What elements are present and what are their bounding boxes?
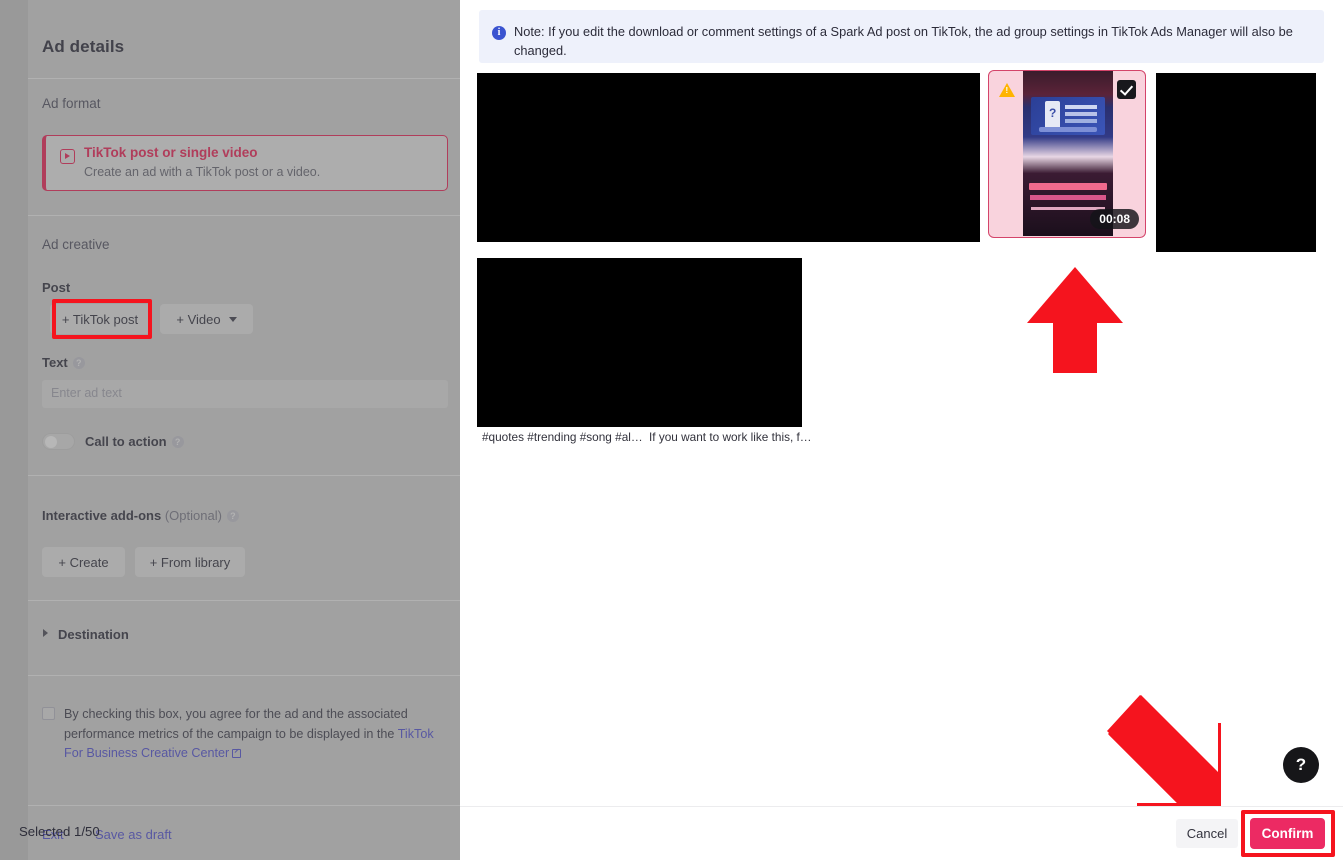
from-library-label: + From library	[149, 554, 231, 570]
note-banner-text: Note: If you edit the download or commen…	[514, 24, 1293, 58]
thumbnail-button-bar	[1039, 127, 1097, 132]
cancel-button[interactable]: Cancel	[1176, 819, 1238, 848]
from-library-button[interactable]: + From library	[135, 547, 245, 577]
ad-text-placeholder: Enter ad text	[51, 386, 122, 400]
background-ad-details-page: Ad details Ad format TikTok post or sing…	[0, 0, 460, 860]
post-label: Post	[42, 280, 71, 295]
save-as-draft-link[interactable]: Save as draft	[95, 827, 172, 842]
post-thumbnail-redacted[interactable]	[477, 258, 802, 427]
divider	[28, 78, 460, 79]
agreement-line-1: By checking this box, you agree for the …	[64, 707, 408, 721]
text-label-value: Text	[42, 355, 68, 370]
divider	[28, 475, 460, 476]
ad-format-card-description: Create an ad with a TikTok post or a vid…	[84, 165, 321, 179]
note-banner: i Note: If you edit the download or comm…	[479, 10, 1324, 63]
create-addon-button[interactable]: + Create	[42, 547, 125, 577]
agreement-text: By checking this box, you agree for the …	[64, 705, 439, 764]
ad-format-card-title: TikTok post or single video	[84, 145, 258, 160]
post-thumbnail-redacted[interactable]	[477, 73, 980, 242]
divider	[28, 600, 460, 601]
page-title: Ad details	[42, 37, 125, 56]
agreement-line-2: performance metrics of the campaign to b…	[64, 726, 395, 741]
duration-badge: 00:08	[1090, 209, 1139, 229]
call-to-action-label: Call to action?	[85, 434, 184, 449]
interactive-addons-label-value: Interactive add-ons	[42, 508, 162, 523]
add-video-button[interactable]: + Video	[160, 304, 253, 334]
ad-format-label: Ad format	[42, 96, 101, 111]
cancel-button-label: Cancel	[1186, 826, 1228, 841]
video-frame-icon	[60, 149, 75, 164]
left-rail	[0, 0, 28, 860]
add-video-label: + Video	[176, 311, 221, 327]
info-icon: i	[492, 26, 506, 40]
post-caption: #quotes #trending #song #al…	[482, 430, 643, 444]
question-mark-icon: ?	[1295, 755, 1307, 774]
post-card-selected[interactable]: 00:08	[988, 70, 1146, 238]
divider	[28, 805, 460, 806]
help-icon[interactable]: ?	[171, 436, 184, 448]
post-thumbnail-redacted[interactable]	[1156, 73, 1316, 252]
thumbnail-caption-overlay	[1029, 183, 1107, 190]
create-addon-label: + Create	[58, 554, 109, 570]
help-button[interactable]: ?	[1283, 747, 1319, 783]
ad-creative-label: Ad creative	[42, 237, 110, 252]
external-link-icon	[232, 749, 242, 758]
divider	[28, 675, 460, 676]
text-label: Text?	[42, 355, 85, 370]
divider	[28, 215, 460, 216]
ad-text-input[interactable]: Enter ad text	[42, 380, 448, 408]
highlight-box-tiktok-post	[52, 299, 152, 339]
selected-count-label: Selected 1/50	[19, 824, 100, 839]
interactive-addons-label: Interactive add-ons (Optional)?	[42, 508, 239, 523]
help-icon[interactable]: ?	[72, 357, 85, 369]
post-grid: #quotes #trending #song #al… If you want…	[460, 66, 1343, 456]
chevron-right-icon	[43, 629, 48, 637]
highlight-box-confirm	[1241, 810, 1335, 857]
help-icon[interactable]: ?	[226, 510, 239, 522]
chevron-down-icon	[228, 316, 237, 322]
screen-root: Ad details Ad format TikTok post or sing…	[0, 0, 1343, 860]
call-to-action-label-value: Call to action	[85, 434, 167, 449]
thumbnail-phone-graphic	[1045, 101, 1060, 129]
post-caption: If you want to work like this, f…	[649, 430, 812, 444]
red-arrow-up-annotation	[1025, 265, 1125, 380]
destination-section-toggle[interactable]: Destination	[58, 627, 129, 642]
thumbnail-inner-frame	[1031, 97, 1105, 135]
warning-triangle-icon	[999, 83, 1015, 97]
interactive-addons-optional: (Optional)	[164, 508, 222, 523]
checkbox-checked-icon[interactable]	[1117, 80, 1136, 99]
thumbnail-text-lines	[1065, 105, 1097, 109]
agreement-checkbox[interactable]	[42, 707, 55, 720]
call-to-action-toggle[interactable]	[42, 433, 75, 450]
red-arrow-down-right-annotation	[1103, 693, 1223, 816]
ad-format-card-tiktok-post-or-single-video[interactable]: TikTok post or single video Create an ad…	[42, 135, 448, 191]
